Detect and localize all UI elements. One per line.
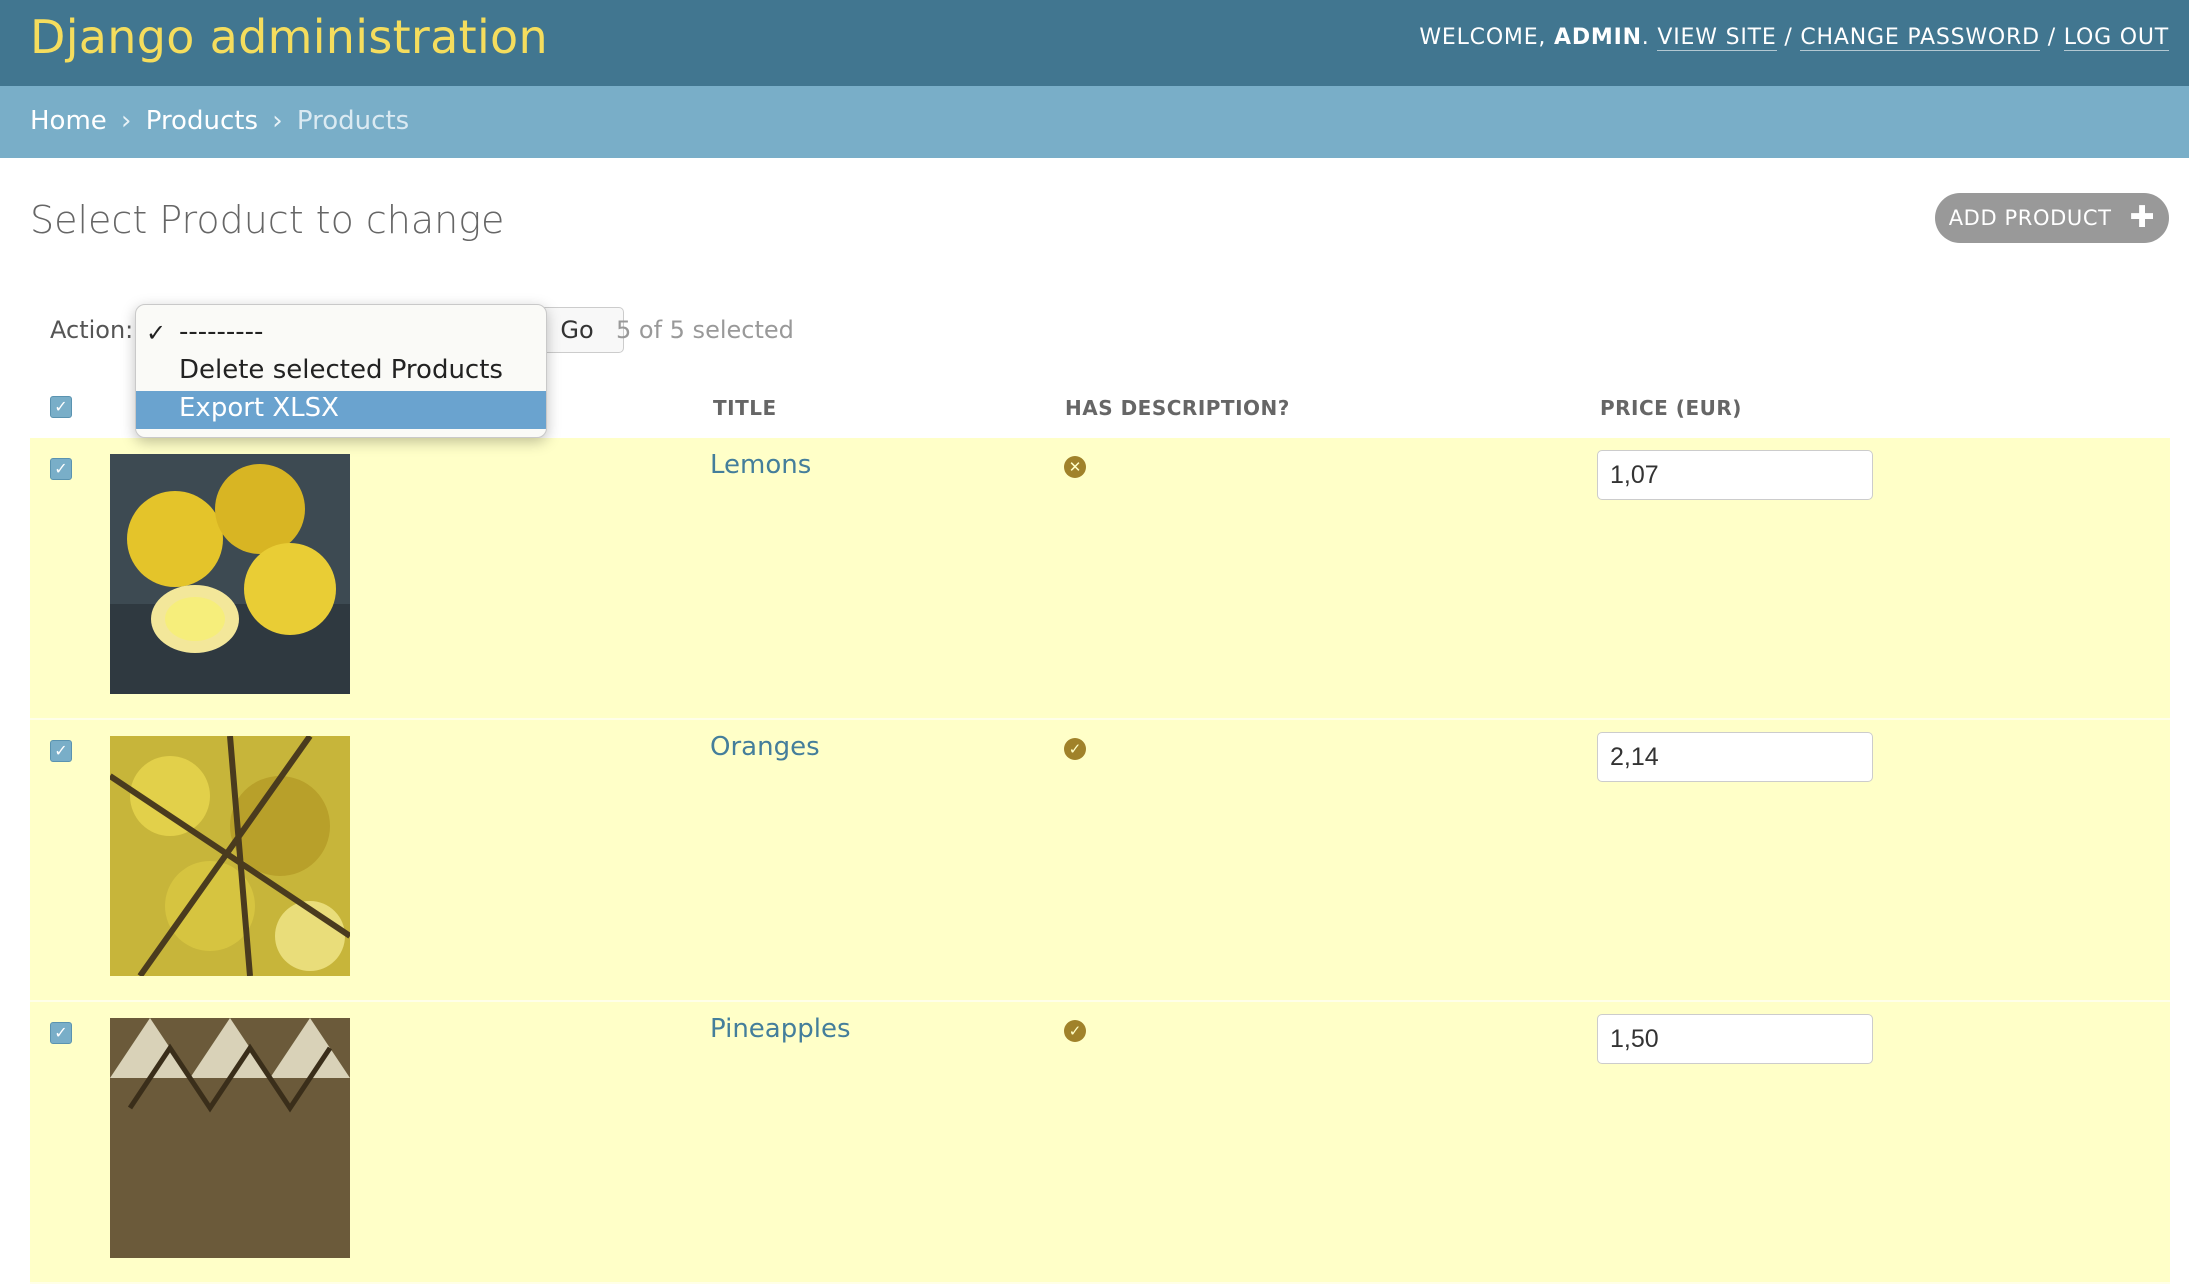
select-all-checkbox[interactable]: ✓	[50, 396, 72, 418]
breadcrumb-current: Products	[296, 106, 410, 136]
price-input[interactable]	[1597, 450, 1873, 500]
price-input[interactable]	[1597, 732, 1873, 782]
product-image-oranges[interactable]	[110, 736, 350, 976]
row-checkbox[interactable]: ✓	[50, 458, 72, 480]
table-row: ✓ Pineapples ✓	[30, 1002, 2170, 1284]
site-branding[interactable]: Django administration	[30, 10, 548, 64]
check-circle-icon: ✓	[1064, 738, 1086, 760]
column-price[interactable]: PRICE (EUR)	[1600, 396, 1742, 420]
price-input[interactable]	[1597, 1014, 1873, 1064]
breadcrumb-separator: ›	[272, 106, 283, 136]
checkmark-icon: ✓	[146, 319, 167, 347]
column-title[interactable]: TITLE	[713, 396, 777, 420]
x-circle-icon: ✕	[1064, 456, 1086, 478]
welcome-text: WELCOME,	[1419, 25, 1547, 50]
site-header: Django administration WELCOME, ADMIN. VI…	[0, 0, 2189, 86]
breadcrumb-separator: ›	[121, 106, 132, 136]
breadcrumb: Home › Products › Products	[0, 86, 2189, 158]
table-row: ✓ Oranges ✓	[30, 720, 2170, 1002]
check-circle-icon: ✓	[1064, 1020, 1086, 1042]
log-out-link[interactable]: LOG OUT	[2063, 25, 2169, 51]
plus-icon: ✚	[2129, 200, 2156, 235]
product-image-pineapples[interactable]	[110, 1018, 350, 1258]
row-checkbox[interactable]: ✓	[50, 740, 72, 762]
action-label: Action:	[50, 316, 134, 344]
separator: /	[1784, 25, 1793, 50]
username: ADMIN	[1554, 25, 1642, 50]
action-option-export-xlsx[interactable]: Export XLSX	[136, 391, 546, 429]
view-site-link[interactable]: VIEW SITE	[1657, 25, 1777, 51]
action-option-blank[interactable]: ✓ ---------	[136, 315, 546, 353]
product-title-link[interactable]: Oranges	[710, 732, 820, 762]
user-tools: WELCOME, ADMIN. VIEW SITE / CHANGE PASSW…	[1419, 25, 2169, 51]
product-title-link[interactable]: Pineapples	[710, 1014, 851, 1044]
breadcrumb-home[interactable]: Home	[30, 106, 107, 136]
separator: /	[2047, 25, 2056, 50]
product-image-lemons[interactable]	[110, 454, 350, 694]
row-checkbox[interactable]: ✓	[50, 1022, 72, 1044]
breadcrumb-app[interactable]: Products	[146, 106, 258, 136]
action-select-dropdown[interactable]: ✓ --------- Delete selected Products Exp…	[135, 304, 547, 438]
table-row: ✓ Lemons ✕	[30, 438, 2170, 720]
change-password-link[interactable]: CHANGE PASSWORD	[1800, 25, 2040, 51]
action-option-delete[interactable]: Delete selected Products	[136, 353, 546, 391]
add-product-label: ADD PRODUCT	[1948, 206, 2112, 230]
selected-count: 5 of 5 selected	[616, 316, 794, 344]
add-product-button[interactable]: ADD PRODUCT ✚	[1935, 193, 2169, 243]
page-title: Select Product to change	[30, 198, 505, 242]
product-title-link[interactable]: Lemons	[710, 450, 811, 480]
column-has-description[interactable]: HAS DESCRIPTION?	[1065, 396, 1290, 420]
